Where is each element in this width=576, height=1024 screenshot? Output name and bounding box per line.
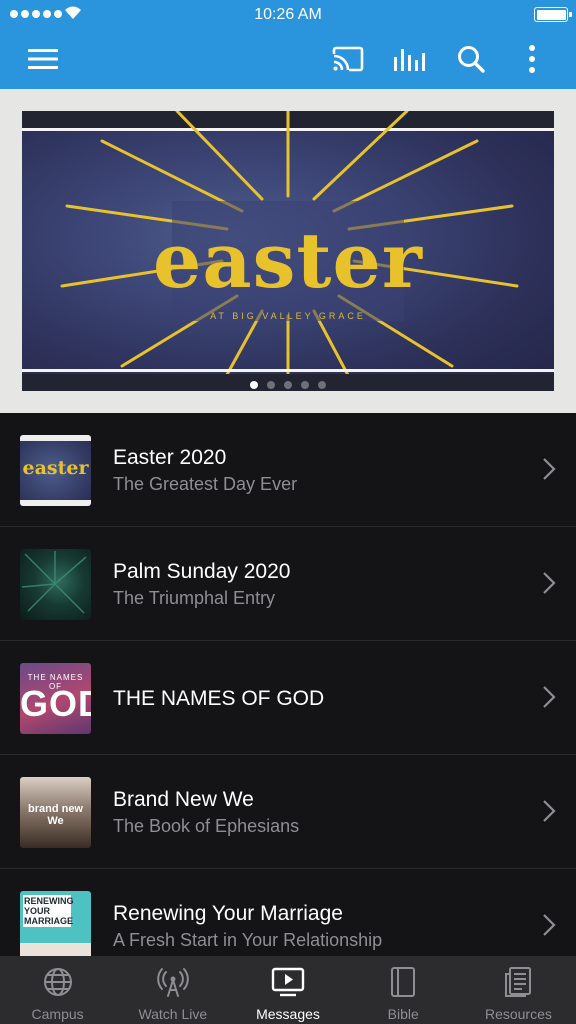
document-icon [505,967,532,997]
chevron-right-icon [543,686,556,708]
tab-bible[interactable]: Bible [346,956,461,1024]
clock: 10:26 AM [254,6,322,23]
series-title: THE NAMES OF GOD [113,686,325,710]
list-item[interactable]: RENEWING YOUR MARRIAGE Renewing Your Mar… [0,869,576,956]
tab-label: Resources [484,1006,552,1022]
tab-label: Watch Live [138,1006,208,1022]
series-subtitle: A Fresh Start in Your Relationship [113,929,383,950]
play-screen-icon [271,967,305,997]
tab-label: Messages [256,1006,320,1022]
carousel-page-indicator[interactable] [0,381,576,389]
hamburger-menu-icon[interactable] [26,42,60,76]
banner-title: easter [153,216,423,305]
tab-label: Bible [387,1006,419,1022]
broadcast-tower-icon [157,968,189,997]
series-subtitle: The Greatest Day Ever [113,473,298,494]
battery-icon [534,7,572,22]
globe-icon [43,968,72,996]
page-dot-4[interactable] [301,381,309,389]
series-subtitle: The Book of Ephesians [113,815,300,836]
page-dot-2[interactable] [267,381,275,389]
page-dot-3[interactable] [284,381,292,389]
thumbnail-text: RENEWING YOUR MARRIAGE [23,895,74,927]
chevron-right-icon [543,800,556,822]
tab-resources[interactable]: Resources [461,956,576,1024]
chevron-right-icon [543,572,556,594]
app-toolbar [0,30,576,89]
more-vertical-icon[interactable] [515,42,549,76]
page-dot-1[interactable] [250,381,258,389]
featured-banner[interactable]: easter AT BIG VALLEY GRACE [22,111,554,391]
book-icon [391,967,416,997]
series-title: Brand New We [113,787,254,811]
audio-bars-icon[interactable] [393,42,427,76]
chevron-right-icon [543,914,556,936]
tab-campus[interactable]: Campus [0,956,115,1024]
list-item[interactable]: easter Easter 2020 The Greatest Day Ever [0,413,576,527]
status-bar: 10:26 AM [0,0,576,30]
page-dot-5[interactable] [318,381,326,389]
message-series-list: easter Easter 2020 The Greatest Day Ever… [0,413,576,956]
featured-carousel[interactable]: easter AT BIG VALLEY GRACE [0,89,576,413]
thumbnail-text: GOD [20,683,91,724]
series-thumbnail: brand new We [20,777,91,848]
series-title: Easter 2020 [113,445,227,469]
tab-messages[interactable]: Messages [230,956,345,1024]
banner-bottom-line [22,369,554,372]
thumbnail-text: easter [22,457,89,479]
list-item[interactable]: brand new We Brand New We The Book of Ep… [0,755,576,869]
series-thumbnail: easter [20,435,91,506]
list-item[interactable]: Palm Sunday 2020 The Triumphal Entry [0,527,576,641]
thumbnail-text: brand new We [27,803,83,827]
tab-label: Campus [31,1006,84,1022]
list-item[interactable]: THE NAMES OF GOD THE NAMES OF GOD [0,641,576,755]
series-thumbnail [20,549,91,620]
cast-icon[interactable] [331,42,365,76]
series-thumbnail: RENEWING YOUR MARRIAGE [20,891,91,956]
series-title: Renewing Your Marriage [113,901,343,925]
series-title: Palm Sunday 2020 [113,559,291,583]
search-icon[interactable] [454,42,488,76]
series-thumbnail: THE NAMES OF GOD [20,663,91,734]
banner-subtitle: AT BIG VALLEY GRACE [210,311,366,321]
bottom-tab-bar: Campus Watch Live Messages Bible Resourc… [0,956,576,1024]
tab-watch-live[interactable]: Watch Live [115,956,230,1024]
chevron-right-icon [543,458,556,480]
series-subtitle: The Triumphal Entry [113,587,276,608]
